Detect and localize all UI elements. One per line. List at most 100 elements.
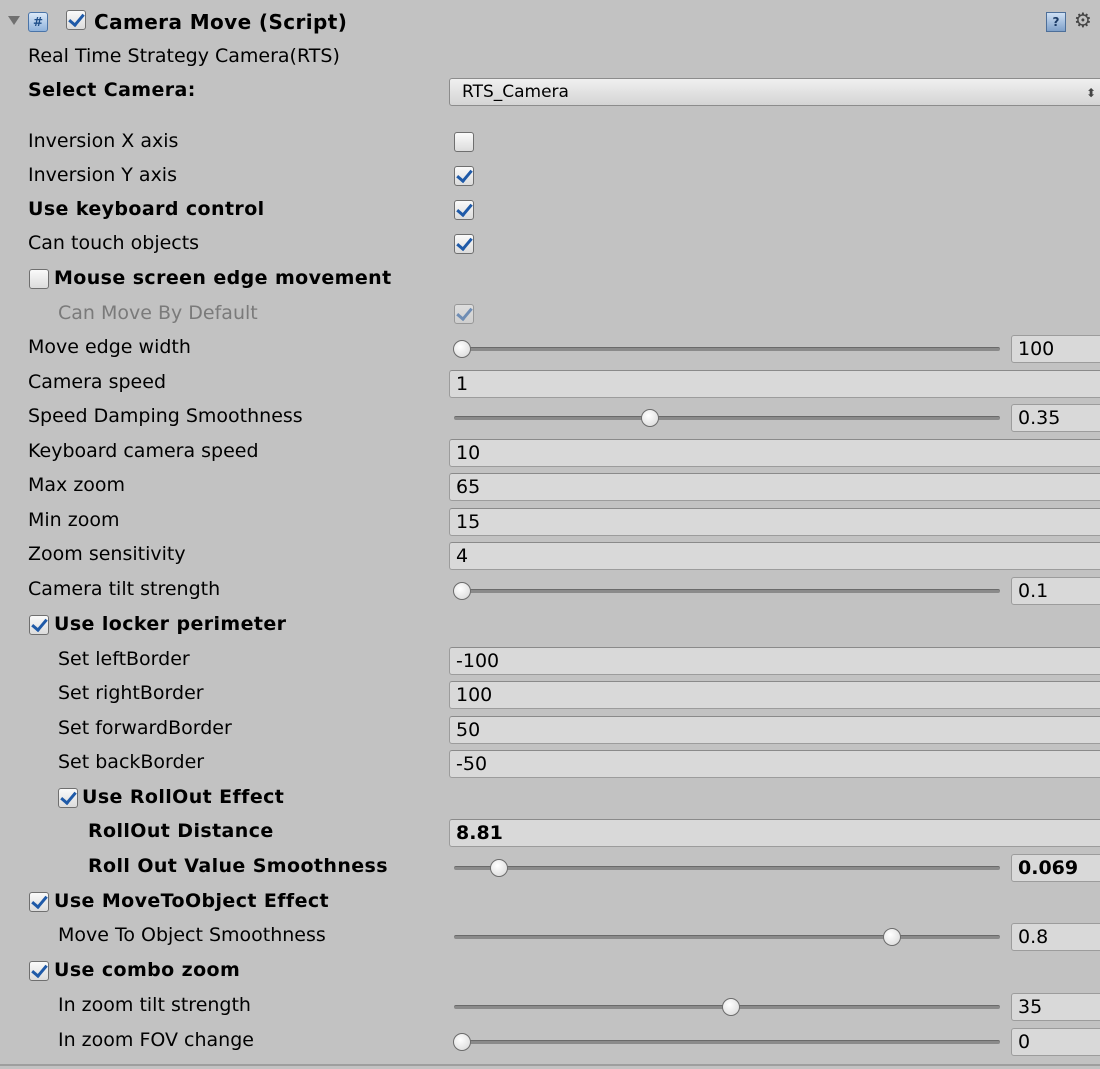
tilt-strength-field[interactable]: 0.1 (1011, 577, 1100, 605)
rollout-distance-field[interactable]: 8.81 (449, 819, 1100, 847)
speed-damping-field[interactable]: 0.35 (1011, 404, 1100, 432)
min-zoom-label: Min zoom (28, 509, 120, 531)
touch-objects-label: Can touch objects (28, 232, 200, 254)
component-enabled-checkbox[interactable] (66, 10, 86, 30)
move-to-object-smoothness-row: Move To Object Smoothness 0.8 (0, 919, 1100, 953)
speed-damping-row: Speed Damping Smoothness 0.35 (0, 400, 1100, 434)
speed-damping-track[interactable] (454, 416, 1000, 420)
move-edge-width-field[interactable]: 100 (1011, 335, 1100, 363)
zoom-tilt-strength-field[interactable]: 35 (1011, 993, 1100, 1021)
inversion-x-checkbox[interactable] (454, 132, 474, 152)
camera-speed-field[interactable]: 1 (449, 370, 1100, 398)
move-to-object-checkbox[interactable] (29, 892, 49, 912)
tilt-strength-label: Camera tilt strength (28, 578, 221, 600)
inversion-x-label: Inversion X axis (28, 130, 179, 152)
zoom-fov-change-thumb[interactable] (453, 1033, 471, 1051)
back-border-label: Set backBorder (58, 751, 205, 773)
zoom-fov-change-label: In zoom FOV change (58, 1029, 254, 1051)
panel-divider (0, 1064, 1100, 1066)
min-zoom-row: Min zoom 15 (0, 504, 1100, 538)
foldout-arrow-icon[interactable] (8, 16, 20, 25)
forward-border-field[interactable]: 50 (449, 716, 1100, 744)
keyboard-control-checkbox[interactable] (454, 200, 474, 220)
inversion-y-row: Inversion Y axis (0, 159, 1100, 193)
zoom-fov-change-field[interactable]: 0 (1011, 1028, 1100, 1056)
tilt-strength-thumb[interactable] (453, 582, 471, 600)
min-zoom-field[interactable]: 15 (449, 508, 1100, 536)
zoom-fov-change-track[interactable] (454, 1040, 1000, 1044)
mouse-edge-row: Mouse screen edge movement (0, 262, 1100, 296)
subtitle-label: Real Time Strategy Camera(RTS) (28, 45, 340, 67)
help-icon[interactable]: ? (1046, 12, 1066, 32)
speed-damping-thumb[interactable] (640, 409, 659, 427)
locker-perimeter-row: Use locker perimeter (0, 608, 1100, 642)
move-to-object-row: Use MoveToObject Effect (0, 885, 1100, 919)
rollout-label: Use RollOut Effect (82, 786, 285, 808)
combo-zoom-checkbox[interactable] (29, 961, 49, 981)
inversion-y-checkbox[interactable] (454, 166, 474, 186)
rollout-distance-row: RollOut Distance 8.81 (0, 815, 1100, 849)
move-by-default-label: Can Move By Default (58, 302, 258, 324)
right-border-label: Set rightBorder (58, 682, 204, 704)
select-camera-label: Select Camera: (28, 79, 196, 101)
back-border-field[interactable]: -50 (449, 750, 1100, 778)
keyboard-control-row: Use keyboard control (0, 193, 1100, 227)
move-by-default-checkbox (454, 304, 474, 324)
locker-perimeter-label: Use locker perimeter (54, 613, 287, 635)
move-edge-width-thumb[interactable] (453, 340, 471, 358)
tilt-strength-row: Camera tilt strength 0.1 (0, 573, 1100, 607)
move-to-object-smoothness-thumb[interactable] (882, 928, 901, 946)
back-border-row: Set backBorder -50 (0, 746, 1100, 780)
right-border-field[interactable]: 100 (449, 681, 1100, 709)
move-to-object-smoothness-track[interactable] (454, 935, 1000, 939)
select-camera-dropdown[interactable]: RTS_Camera (449, 78, 1100, 106)
zoom-tilt-strength-label: In zoom tilt strength (58, 994, 251, 1016)
subtitle-row: Real Time Strategy Camera(RTS) (0, 40, 1100, 74)
inspector-panel: # Camera Move (Script) ? ⚙ Real Time Str… (0, 0, 1100, 1069)
combo-zoom-row: Use combo zoom (0, 954, 1100, 988)
rollout-row: Use RollOut Effect (0, 781, 1100, 815)
speed-damping-label: Speed Damping Smoothness (28, 405, 303, 427)
left-border-field[interactable]: -100 (449, 647, 1100, 675)
mouse-edge-label: Mouse screen edge movement (54, 267, 392, 289)
move-to-object-smoothness-label: Move To Object Smoothness (58, 924, 326, 946)
keyboard-control-label: Use keyboard control (28, 198, 265, 220)
forward-border-row: Set forwardBorder 50 (0, 712, 1100, 746)
zoom-tilt-strength-row: In zoom tilt strength 35 (0, 989, 1100, 1023)
keyboard-speed-label: Keyboard camera speed (28, 440, 259, 462)
zoom-tilt-strength-thumb[interactable] (721, 998, 740, 1016)
max-zoom-field[interactable]: 65 (449, 473, 1100, 501)
select-camera-row: Select Camera: RTS_Camera ⬍ (0, 74, 1100, 108)
rollout-distance-label: RollOut Distance (88, 820, 274, 842)
touch-objects-checkbox[interactable] (454, 234, 474, 254)
gear-icon[interactable]: ⚙ (1074, 8, 1092, 32)
rollout-checkbox[interactable] (58, 788, 78, 808)
locker-perimeter-checkbox[interactable] (29, 615, 49, 635)
tilt-strength-track[interactable] (454, 589, 1000, 593)
max-zoom-row: Max zoom 65 (0, 469, 1100, 503)
select-camera-value: RTS_Camera (462, 82, 569, 102)
move-edge-width-track[interactable] (454, 347, 1000, 351)
move-edge-width-label: Move edge width (28, 336, 191, 358)
component-header: # Camera Move (Script) ? ⚙ (0, 4, 1100, 40)
move-edge-width-row: Move edge width 100 (0, 331, 1100, 365)
move-to-object-smoothness-field[interactable]: 0.8 (1011, 923, 1100, 951)
rollout-smoothness-field[interactable]: 0.069 (1011, 854, 1100, 882)
combo-zoom-label: Use combo zoom (54, 959, 241, 981)
rollout-smoothness-track[interactable] (454, 866, 1000, 870)
touch-objects-row: Can touch objects (0, 227, 1100, 261)
rollout-smoothness-thumb[interactable] (490, 859, 509, 877)
forward-border-label: Set forwardBorder (58, 717, 232, 739)
keyboard-speed-field[interactable]: 10 (449, 439, 1100, 467)
keyboard-speed-row: Keyboard camera speed 10 (0, 435, 1100, 469)
rollout-smoothness-row: Roll Out Value Smoothness 0.069 (0, 850, 1100, 884)
script-icon: # (28, 12, 48, 32)
mouse-edge-checkbox[interactable] (29, 269, 49, 289)
rollout-smoothness-label: Roll Out Value Smoothness (88, 855, 388, 877)
camera-speed-label: Camera speed (28, 371, 167, 393)
zoom-fov-change-row: In zoom FOV change 0 (0, 1024, 1100, 1058)
move-to-object-label: Use MoveToObject Effect (54, 890, 330, 912)
zoom-sensitivity-field[interactable]: 4 (449, 542, 1100, 570)
move-by-default-row: Can Move By Default (0, 297, 1100, 331)
left-border-label: Set leftBorder (58, 648, 190, 670)
